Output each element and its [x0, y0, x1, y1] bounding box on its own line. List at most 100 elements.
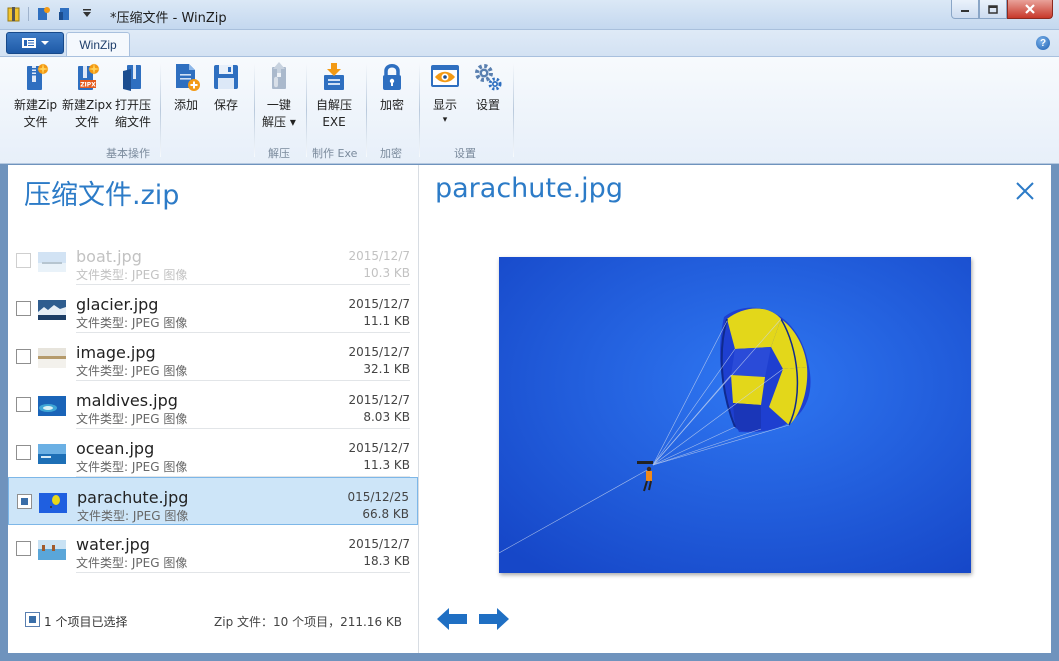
gear-icon [475, 64, 502, 91]
app-menu-button[interactable] [6, 32, 64, 54]
file-type: 文件类型: JPEG 图像 [76, 364, 188, 378]
window-title: *压缩文件 - WinZip [110, 11, 227, 26]
file-size: 32.1 KB [363, 362, 410, 376]
file-checkbox-checked[interactable] [17, 494, 32, 509]
file-name: maldives.jpg [76, 391, 178, 410]
lock-icon [383, 64, 401, 90]
qat-customize-icon[interactable] [79, 6, 95, 22]
ribbon-separator [306, 63, 307, 157]
file-list[interactable]: boat.jpg 文件类型: JPEG 图像 2015/12/7 10.3 KB… [8, 237, 418, 583]
close-icon[interactable] [1015, 181, 1035, 201]
close-window-button[interactable] [1007, 0, 1053, 19]
ribbon-separator [366, 63, 367, 157]
ribbon-separator [160, 63, 161, 157]
group-label-encrypt: 加密 [380, 147, 402, 160]
eye-icon [431, 65, 459, 87]
file-size: 66.8 KB [362, 507, 409, 521]
file-row[interactable]: glacier.jpg 文件类型: JPEG 图像 2015/12/7 11.1… [8, 285, 418, 333]
file-date: 2015/12/7 [348, 345, 410, 359]
view-button[interactable]: 显示 ▾ [429, 61, 461, 126]
svg-text:ZIPX: ZIPX [80, 82, 96, 89]
new-zipx-label-1: 新建Zipx [62, 98, 113, 112]
file-type: 文件类型: JPEG 图像 [76, 268, 188, 282]
save-button[interactable]: 保存 [210, 61, 242, 114]
file-type: 文件类型: JPEG 图像 [76, 556, 188, 570]
archive-summary: Zip 文件：10 个项目，211.16 KB [214, 615, 402, 629]
file-date: 015/12/25 [347, 490, 409, 504]
tab-winzip[interactable]: WinZip [66, 32, 130, 57]
group-label-make-exe: 制作 Exe [312, 147, 358, 160]
arrow-right-icon[interactable] [477, 605, 511, 633]
new-zip-label-1: 新建Zip [14, 98, 58, 112]
chevron-down-icon [40, 41, 49, 45]
close-window-icon [1025, 4, 1035, 14]
archive-pane: 压缩文件.zip boat.jpg 文件类型: JPEG 图像 2015/12/… [8, 165, 418, 653]
save-icon [214, 65, 238, 89]
thumbnail-maldives-icon [38, 396, 66, 416]
qat-new-zip-icon[interactable] [35, 6, 51, 22]
preview-title: parachute.jpg [435, 173, 623, 204]
group-label-basic: 基本操作 [106, 147, 150, 160]
file-name: image.jpg [76, 343, 156, 362]
preview-image [499, 257, 971, 573]
ribbon-separator [513, 63, 514, 157]
view-label-2: ▾ [442, 115, 448, 125]
encrypt-label: 加密 [379, 98, 404, 112]
minimize-icon [961, 10, 969, 12]
file-checkbox[interactable] [16, 253, 31, 268]
archive-title: 压缩文件.zip [24, 180, 180, 211]
file-row-selected[interactable]: parachute.jpg 文件类型: JPEG 图像 015/12/25 66… [8, 477, 418, 525]
file-row[interactable]: ocean.jpg 文件类型: JPEG 图像 2015/12/7 11.3 K… [8, 429, 418, 477]
self-extract-label-2: EXE [322, 115, 346, 129]
file-checkbox[interactable] [16, 397, 31, 412]
file-date: 2015/12/7 [348, 441, 410, 455]
ribbon-tab-row: WinZip ? [0, 30, 1059, 57]
file-date: 2015/12/7 [348, 393, 410, 407]
maximize-button[interactable] [979, 0, 1007, 19]
file-checkbox[interactable] [16, 541, 31, 556]
file-size: 11.1 KB [363, 314, 410, 328]
file-name: water.jpg [76, 535, 150, 554]
help-icon[interactable]: ? [1036, 36, 1050, 50]
file-name: parachute.jpg [77, 488, 189, 507]
ribbon-separator [419, 63, 420, 157]
unzip-label-1: 一键 [266, 98, 291, 112]
file-name: glacier.jpg [76, 295, 159, 314]
select-all-checkbox[interactable] [25, 612, 40, 627]
file-row[interactable]: maldives.jpg 文件类型: JPEG 图像 2015/12/7 8.0… [8, 381, 418, 429]
parachute-photo [499, 257, 971, 573]
file-row[interactable]: image.jpg 文件类型: JPEG 图像 2015/12/7 32.1 K… [8, 333, 418, 381]
file-size: 10.3 KB [363, 266, 410, 280]
arrow-left-icon[interactable] [435, 605, 469, 633]
quick-access-toolbar [6, 6, 95, 22]
encrypt-button[interactable]: 加密 [376, 61, 408, 114]
file-checkbox[interactable] [16, 301, 31, 316]
thumbnail-ocean-icon [38, 444, 66, 464]
ribbon-separator [254, 63, 255, 157]
maximize-icon [988, 4, 998, 14]
file-checkbox[interactable] [16, 349, 31, 364]
open-archive-label-1: 打开压 [115, 98, 152, 112]
file-name: boat.jpg [76, 247, 142, 266]
preview-pane: parachute.jpg [418, 165, 1051, 653]
open-archive-button[interactable]: 打开压 缩文件 [115, 61, 151, 131]
self-extract-exe-button[interactable]: 自解压 EXE [316, 61, 352, 131]
row-divider [76, 572, 410, 573]
file-checkbox[interactable] [16, 445, 31, 460]
file-row[interactable]: water.jpg 文件类型: JPEG 图像 2015/12/7 18.3 K… [8, 525, 418, 573]
self-extract-icon [324, 63, 344, 90]
new-zip-button[interactable]: 新建Zip 文件 [14, 61, 57, 131]
window-controls [951, 0, 1053, 19]
minimize-button[interactable] [951, 0, 979, 19]
thumbnail-water-icon [38, 540, 66, 560]
file-row[interactable]: boat.jpg 文件类型: JPEG 图像 2015/12/7 10.3 KB [8, 237, 418, 285]
open-archive-icon [123, 65, 141, 91]
one-click-unzip-button[interactable]: 一键 解压 ▾ [262, 61, 296, 131]
settings-button[interactable]: 设置 [472, 61, 504, 114]
new-zipx-button[interactable]: ZIPX 新建Zipx 文件 [62, 61, 112, 131]
file-type: 文件类型: JPEG 图像 [76, 460, 188, 474]
qat-open-icon[interactable] [57, 6, 73, 22]
add-file-icon [176, 64, 200, 91]
file-date: 2015/12/7 [348, 297, 410, 311]
add-button[interactable]: 添加 [170, 61, 202, 114]
